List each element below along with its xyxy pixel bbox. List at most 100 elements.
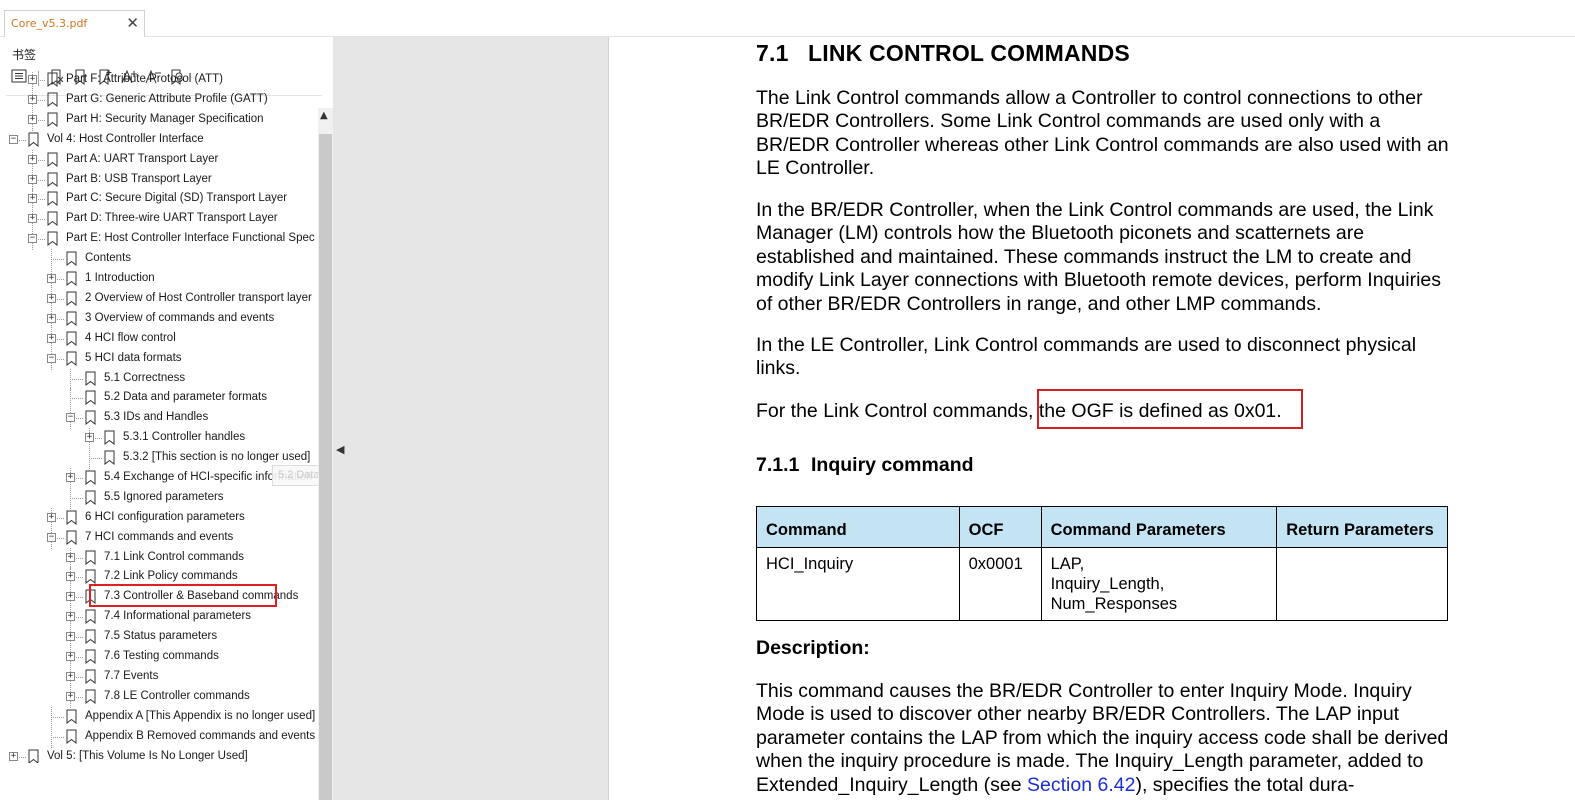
bookmark-item[interactable]: +7.4 Informational parameters xyxy=(0,607,318,628)
bookmark-item[interactable]: − Part E: Host Controller Interface Funct… xyxy=(0,229,318,250)
bookmark-item[interactable]: + Part B: USB Transport Layer xyxy=(0,170,318,191)
paragraph-description: This command causes the BR/EDR Controlle… xyxy=(756,680,1456,797)
collapse-icon[interactable]: − xyxy=(9,135,18,144)
bookmark-label: Part D: Three-wire UART Transport Layer xyxy=(66,212,278,224)
bookmark-item[interactable]: +7.8 LE Controller commands xyxy=(0,687,318,708)
document-tab[interactable]: Core_v5.3.pdf ✕ xyxy=(4,10,145,37)
bookmark-item[interactable]: + Part D: Three-wire UART Transport Layer xyxy=(0,209,318,230)
expand-icon[interactable]: + xyxy=(66,612,75,621)
bookmark-label: Part H: Security Manager Specification xyxy=(66,113,264,125)
bookmark-item[interactable]: Appendix A [This Appendix is no longer u… xyxy=(0,707,318,728)
tree-connector xyxy=(70,398,83,399)
table-header: Return Parameters xyxy=(1276,506,1448,548)
expand-icon[interactable]: + xyxy=(9,752,18,761)
expand-icon[interactable]: + xyxy=(66,672,75,681)
pdf-page: 7.1 LINK CONTROL COMMANDS The Link Contro… xyxy=(610,37,1575,800)
bookmark-item[interactable]: − 5 HCI data formats xyxy=(0,349,318,370)
bookmark-item[interactable]: + Part H: Security Manager Specification xyxy=(0,110,318,131)
bookmark-item[interactable]: 5.5 Ignored parameters xyxy=(0,488,318,509)
bookmark-item[interactable]: + Part C: Secure Digital (SD) Transport L… xyxy=(0,189,318,210)
table-row: HCI_Inquiry 0x0001 LAP, Inquiry_Length, … xyxy=(756,547,1448,621)
sidebar-scrollbar[interactable]: ▲ xyxy=(318,108,333,800)
subsection-heading: 7.1.1 Inquiry command xyxy=(756,454,974,477)
bookmark-label: Appendix A [This Appendix is no longer u… xyxy=(85,710,316,722)
bookmark-item[interactable]: +5.3.1 Controller handles xyxy=(0,428,318,449)
collapse-icon[interactable]: − xyxy=(28,234,37,243)
bookmark-label: Part E: Host Controller Interface Functi… xyxy=(66,232,315,244)
expand-icon[interactable]: + xyxy=(28,75,37,84)
bookmark-label: 1 Introduction xyxy=(85,272,155,284)
bookmark-item[interactable]: +2 Overview of Host Controller transport… xyxy=(0,289,318,310)
ogf-highlight-box xyxy=(1037,389,1303,429)
bookmark-item[interactable]: 5.1 Correctness xyxy=(0,369,318,390)
expand-icon[interactable]: + xyxy=(66,572,75,581)
expand-icon[interactable]: + xyxy=(28,175,37,184)
bookmark-item[interactable]: 5.2 Data and parameter formats xyxy=(0,388,318,409)
bookmark-item[interactable]: − Vol 4: Host Controller Interface xyxy=(0,131,318,151)
bookmark-label: 7.4 Informational parameters xyxy=(104,610,252,622)
expand-icon[interactable]: + xyxy=(66,592,75,601)
expand-icon[interactable]: + xyxy=(66,553,75,562)
bookmark-label: 4 HCI flow control xyxy=(85,332,176,344)
expand-icon[interactable]: + xyxy=(66,652,75,661)
tab-title: Core_v5.3.pdf xyxy=(11,17,88,30)
bookmark-item[interactable]: + Part A: UART Transport Layer xyxy=(0,150,318,171)
bookmark-item[interactable]: +7.6 Testing commands xyxy=(0,647,318,668)
bookmark-item[interactable]: − 5.3 IDs and Handles xyxy=(0,408,318,429)
param-line: Inquiry_Length, xyxy=(1050,575,1165,593)
bookmark-icon xyxy=(47,112,58,127)
bookmark-item[interactable]: +6 HCI configuration parameters xyxy=(0,508,318,529)
bookmark-item[interactable]: − 7 HCI commands and events xyxy=(0,528,318,549)
bookmark-icon xyxy=(66,331,77,346)
bookmark-icon xyxy=(85,569,96,584)
bookmark-item[interactable]: 5.3.2 [This section is no longer used] xyxy=(0,448,318,469)
bookmark-label: Vol 4: Host Controller Interface xyxy=(47,133,204,145)
table-header: Command xyxy=(756,506,960,548)
bookmark-icon xyxy=(66,311,77,326)
bookmark-item[interactable]: + Part G: Generic Attribute Profile (GATT… xyxy=(0,90,318,111)
tree-connector xyxy=(70,488,71,509)
expand-icon[interactable]: + xyxy=(28,115,37,124)
expand-icon[interactable]: + xyxy=(47,314,56,323)
bookmark-item[interactable]: +7.5 Status parameters xyxy=(0,627,318,648)
expand-icon[interactable]: + xyxy=(47,294,56,303)
expand-icon[interactable]: + xyxy=(47,513,56,522)
expand-icon[interactable]: + xyxy=(66,692,75,701)
bookmark-item[interactable]: + Vol 5: [This Volume Is No Longer Used] xyxy=(0,748,318,763)
bookmark-icon xyxy=(47,231,58,246)
close-icon[interactable]: ✕ xyxy=(126,14,139,32)
bookmark-item[interactable]: +3 Overview of commands and events xyxy=(0,309,318,330)
tree-connector xyxy=(51,727,52,748)
bookmark-label: 5 HCI data formats xyxy=(85,352,182,364)
expand-icon[interactable]: + xyxy=(47,334,56,343)
bookmark-item[interactable]: +4 HCI flow control xyxy=(0,329,318,350)
expand-icon[interactable]: + xyxy=(66,632,75,641)
expand-icon[interactable]: + xyxy=(66,473,75,482)
section-link[interactable]: Section 6.42 xyxy=(1027,774,1135,796)
bookmark-item[interactable]: Appendix B Removed commands and events xyxy=(0,727,318,748)
bookmark-label: 5.3 IDs and Handles xyxy=(104,411,209,423)
scrollbar-thumb[interactable] xyxy=(319,134,332,800)
bookmark-item[interactable]: +7.7 Events xyxy=(0,667,318,688)
expand-icon[interactable]: + xyxy=(28,214,37,223)
section-number: 7.1 xyxy=(756,40,789,66)
bookmark-item[interactable]: +7.1 Link Control commands xyxy=(0,548,318,569)
collapse-icon[interactable]: − xyxy=(47,533,56,542)
bookmark-label: 7.7 Events xyxy=(104,670,159,682)
collapse-panel-icon[interactable]: ◀ xyxy=(336,443,344,456)
bookmark-item[interactable]: + Part F: Attribute Protocol (ATT) xyxy=(0,71,318,91)
scroll-up-icon[interactable]: ▲ xyxy=(320,110,328,121)
bookmark-item[interactable]: +5.4 Exchange of HCI-specific informatio… xyxy=(0,468,318,489)
expand-icon[interactable]: + xyxy=(28,155,37,164)
bookmark-item[interactable]: +1 Introduction xyxy=(0,269,318,290)
table-cell-returns xyxy=(1276,547,1448,621)
param-line: LAP, xyxy=(1050,555,1085,573)
collapse-icon[interactable]: − xyxy=(66,413,75,422)
expand-icon[interactable]: + xyxy=(28,194,37,203)
expand-icon[interactable]: + xyxy=(28,95,37,104)
expand-icon[interactable]: + xyxy=(85,433,94,442)
collapse-icon[interactable]: − xyxy=(47,354,56,363)
bookmark-label: 5.2 Data and parameter formats xyxy=(104,391,267,403)
bookmark-item[interactable]: Contents xyxy=(0,249,318,270)
expand-icon[interactable]: + xyxy=(47,274,56,283)
